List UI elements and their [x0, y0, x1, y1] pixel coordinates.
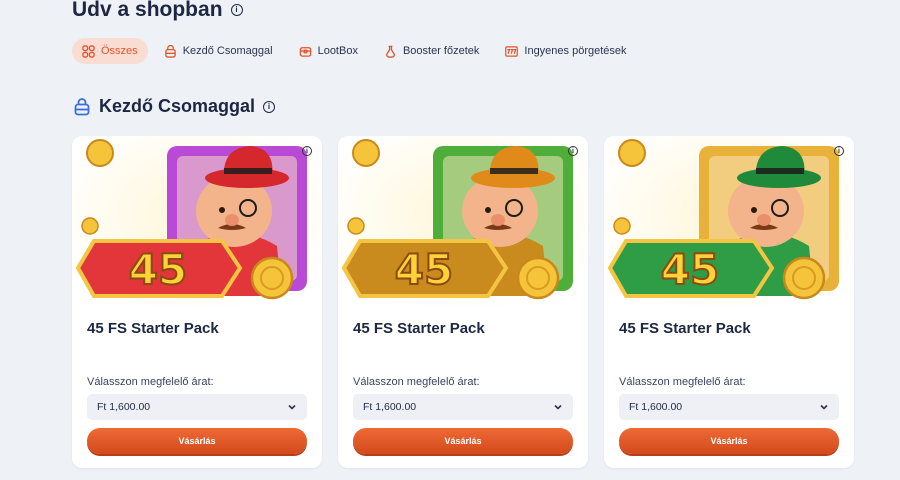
- chevron-down-icon: [820, 404, 828, 410]
- tab-ingyenes-porgetesek[interactable]: Ingyenes pörgetések: [495, 38, 636, 64]
- potion-icon: [386, 45, 395, 58]
- tab-label: Összes: [101, 45, 138, 57]
- buy-button[interactable]: Vásárlás: [87, 428, 307, 454]
- price-label: Válasszon megfelelő árat:: [353, 376, 480, 388]
- tab-kezdo-csomaggal[interactable]: Kezdő Csomaggal: [154, 38, 283, 64]
- info-icon[interactable]: i: [568, 146, 578, 156]
- page-title: Üdv a shopban i: [72, 0, 243, 22]
- product-image: 45: [604, 136, 854, 306]
- slot-777-icon: [505, 45, 519, 57]
- price-label: Válasszon megfelelő árat:: [87, 376, 214, 388]
- product-card: i 45 45 FS Starter Pack Válasszon megfel…: [338, 136, 588, 468]
- tab-label: Ingyenes pörgetések: [524, 45, 627, 57]
- page-title-text: Üdv a shopban: [72, 0, 223, 21]
- svg-text:45: 45: [661, 245, 719, 294]
- tab-label: Booster főzetek: [402, 45, 480, 57]
- buy-button[interactable]: Vásárlás: [619, 428, 839, 454]
- grid-icon: [82, 44, 95, 58]
- product-image: 45: [338, 136, 588, 306]
- product-image: 45: [72, 136, 322, 306]
- section-title: Kezdő Csomaggal i: [73, 96, 276, 117]
- chevron-down-icon: [554, 404, 562, 410]
- product-name: 45 FS Starter Pack: [87, 320, 219, 337]
- info-icon[interactable]: i: [302, 146, 312, 156]
- product-name: 45 FS Starter Pack: [353, 320, 485, 337]
- price-value: Ft 1,600.00: [629, 401, 683, 413]
- price-select[interactable]: Ft 1,600.00: [353, 394, 573, 420]
- tab-label: Kezdő Csomaggal: [182, 45, 273, 57]
- section-title-text: Kezdő Csomaggal: [99, 96, 256, 116]
- lootbox-icon: [299, 46, 311, 57]
- info-icon[interactable]: i: [263, 100, 276, 113]
- starter-pack-icon: [164, 44, 176, 58]
- tab-label: LootBox: [317, 45, 358, 57]
- price-select[interactable]: Ft 1,600.00: [619, 394, 839, 420]
- tab-lootbox[interactable]: LootBox: [289, 38, 368, 64]
- price-label: Válasszon megfelelő árat:: [619, 376, 746, 388]
- svg-text:45: 45: [395, 245, 453, 294]
- price-value: Ft 1,600.00: [97, 401, 151, 413]
- tab-osszes[interactable]: Összes: [72, 38, 148, 64]
- product-card: i 45 45 FS Starter Pack Válasszon megfel…: [604, 136, 854, 468]
- buy-button[interactable]: Vásárlás: [353, 428, 573, 454]
- product-list: i 45 45 FS Starter Pack Válasszon megfel…: [72, 136, 854, 468]
- svg-text:45: 45: [129, 245, 187, 294]
- chevron-down-icon: [288, 404, 296, 410]
- tab-booster-fozetek[interactable]: Booster főzetek: [374, 38, 489, 64]
- price-value: Ft 1,600.00: [363, 401, 417, 413]
- starter-pack-icon: [74, 97, 90, 115]
- category-tabs: Összes Kezdő Csomaggal LootBox Booster f…: [72, 38, 637, 64]
- info-icon[interactable]: i: [834, 146, 844, 156]
- price-select[interactable]: Ft 1,600.00: [87, 394, 307, 420]
- product-name: 45 FS Starter Pack: [619, 320, 751, 337]
- info-icon[interactable]: i: [230, 4, 243, 16]
- product-card: i 45 45 FS Starter Pack Válasszon megfel…: [72, 136, 322, 468]
